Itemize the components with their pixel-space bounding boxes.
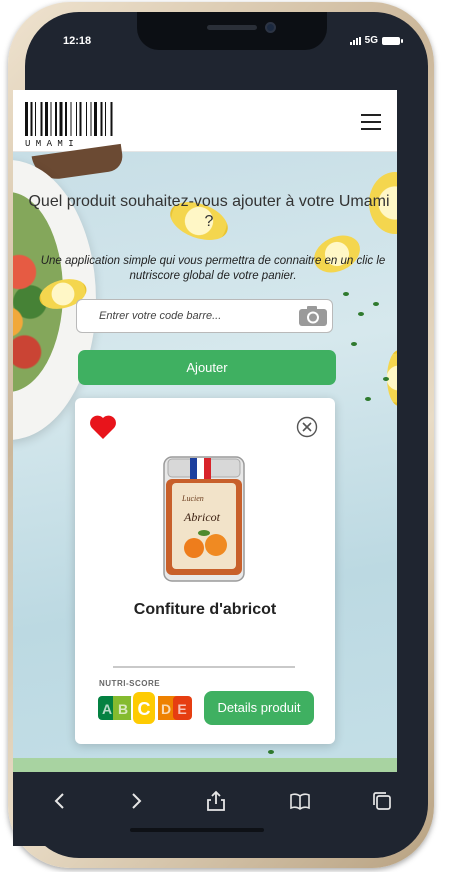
herb-decoration [358, 312, 364, 316]
product-name: Confiture d'abricot [133, 601, 277, 618]
status-time: 12:18 [63, 35, 92, 47]
nutri-letter-d: D [161, 701, 171, 717]
svg-text:Abricot: Abricot [183, 510, 221, 524]
nutri-letter-e: E [177, 701, 186, 717]
hero-subtitle: Une application simple qui vous permettr… [40, 255, 386, 282]
hero-section: Quel produit souhaitez-vous ajouter à vo… [13, 143, 397, 772]
front-camera [265, 22, 276, 33]
barcode-input[interactable]: Entrer votre code barre... [76, 299, 333, 333]
herb-decoration [351, 342, 357, 346]
nutri-letter-c: C [138, 699, 151, 719]
signal-icon [349, 36, 361, 45]
add-button[interactable]: Ajouter [78, 350, 336, 385]
home-indicator[interactable] [130, 828, 264, 832]
camera-icon[interactable] [298, 305, 328, 327]
herb-decoration [343, 292, 349, 296]
details-button[interactable]: Details produit [204, 691, 314, 725]
svg-text:Lucien: Lucien [181, 494, 204, 503]
nutriscore-label: NUTRI-SCORE [99, 679, 161, 688]
logo-text: U M A M I [25, 139, 74, 148]
speaker [207, 25, 257, 30]
menu-icon[interactable] [361, 114, 381, 130]
product-card: Lucien Abricot Confiture d'abricot NUTRI… [75, 398, 335, 744]
hero-title: Quel produit souhaitez-vous ajouter à vo… [28, 193, 390, 230]
herb-decoration [268, 750, 274, 754]
network-label: 5G [364, 35, 378, 46]
heart-icon[interactable] [89, 414, 117, 440]
close-icon[interactable] [296, 416, 318, 438]
web-content: U M A M I Quel produit souhaitez-vous aj… [13, 90, 397, 772]
notch [137, 12, 327, 50]
umami-logo[interactable]: U M A M I [25, 102, 189, 148]
share-icon[interactable] [205, 790, 227, 812]
footer-strip [13, 758, 397, 772]
bookmarks-icon[interactable] [289, 790, 311, 812]
herb-decoration [365, 397, 371, 401]
divider [113, 666, 295, 668]
status-indicators: 5G [349, 35, 403, 46]
tabs-icon[interactable] [371, 790, 393, 812]
battery-icon [382, 36, 403, 45]
browser-toolbar [13, 772, 397, 846]
site-header: U M A M I [13, 90, 397, 152]
back-icon[interactable] [49, 790, 71, 812]
forward-icon[interactable] [125, 790, 147, 812]
herb-decoration [373, 302, 379, 306]
nutri-letter-a: A [102, 701, 112, 717]
herb-decoration [383, 377, 389, 381]
jam-jar-image: Lucien Abricot [163, 456, 245, 582]
nutri-letter-b: B [118, 701, 128, 717]
nutriscore-badge: A B C D E [98, 691, 192, 725]
